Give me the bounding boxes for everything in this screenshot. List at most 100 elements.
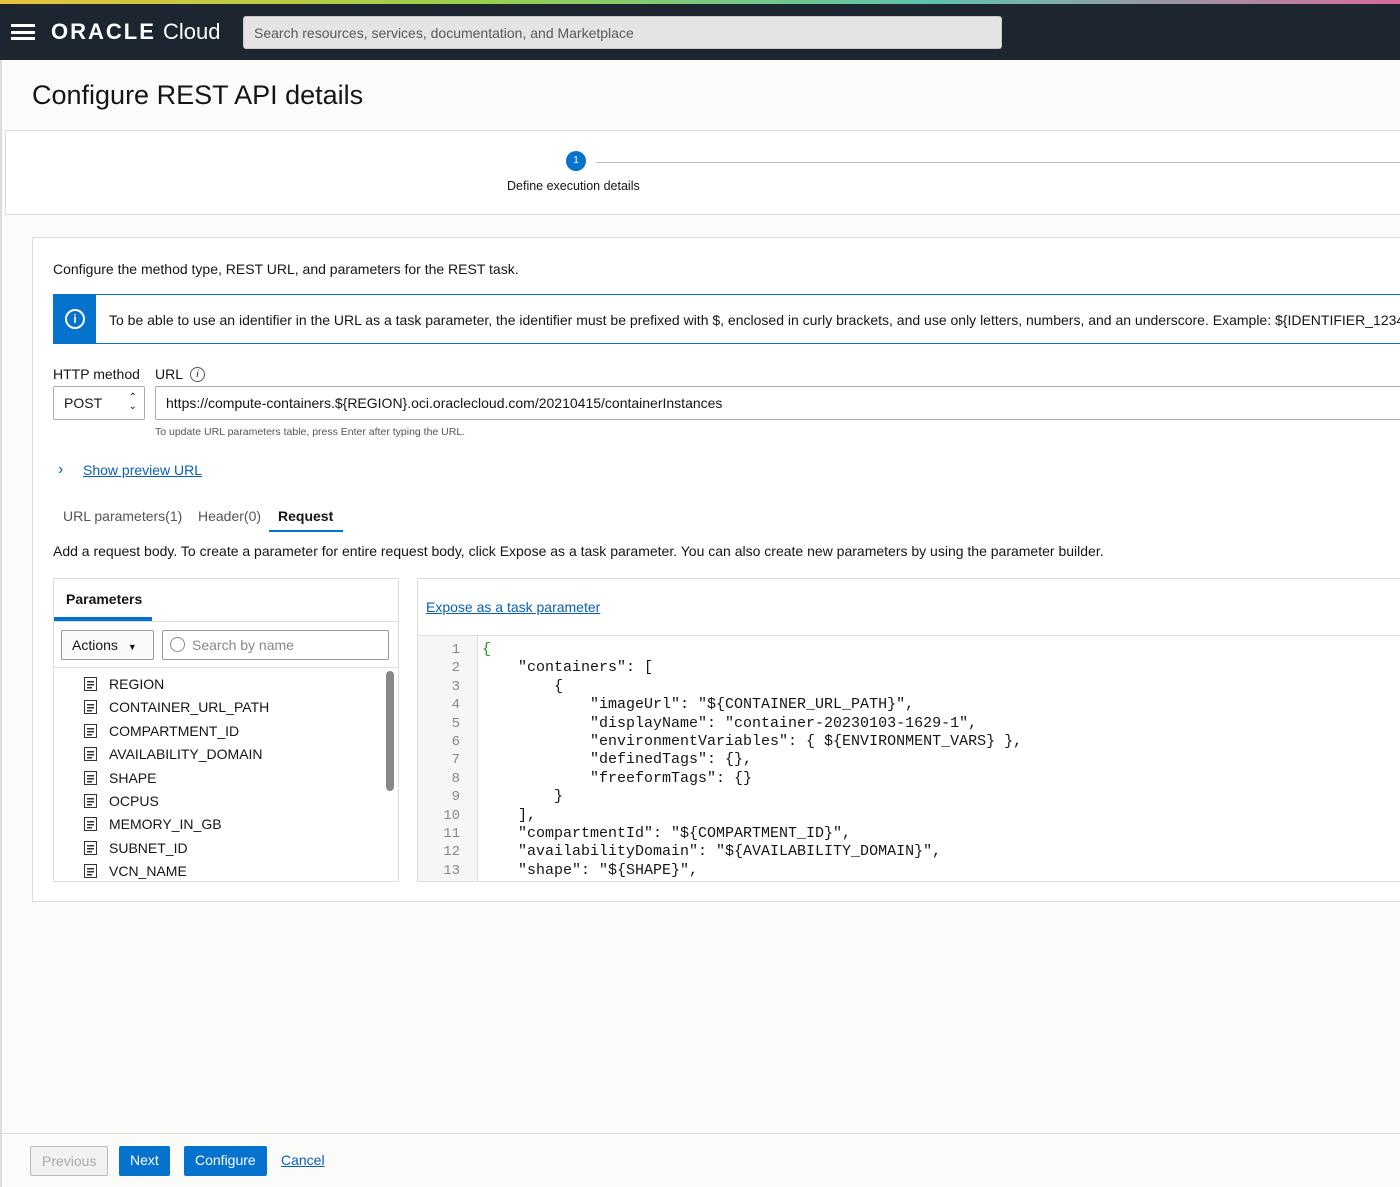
code-line: { — [482, 677, 564, 695]
parameter-item[interactable]: AVAILABILITY_DOMAIN — [84, 746, 263, 766]
url-hint: To update URL parameters table, press En… — [155, 426, 466, 438]
request-description: Add a request body. To create a paramete… — [53, 543, 1104, 559]
next-button[interactable]: Next — [119, 1146, 170, 1176]
page: Configure REST API details 1 Define exec… — [0, 60, 1400, 1187]
line-number: 8 — [451, 770, 460, 787]
parameter-item[interactable]: COMPARTMENT_ID — [84, 723, 239, 743]
parameter-icon — [84, 677, 97, 691]
parameter-icon — [84, 864, 97, 879]
parameter-name: AVAILABILITY_DOMAIN — [109, 746, 263, 763]
actions-label: Actions — [72, 637, 118, 653]
parameter-icon — [84, 723, 97, 738]
parameter-name: SHAPE — [109, 769, 157, 786]
oracle-cloud-logo[interactable]: ORACLE Cloud — [51, 19, 221, 45]
brand-stripe — [0, 0, 1400, 4]
step-number[interactable]: 1 — [566, 151, 586, 171]
rest-config-card: Configure the method type, REST URL, and… — [32, 237, 1400, 902]
menu-icon[interactable] — [11, 24, 35, 40]
parameter-item[interactable]: MEMORY_IN_GB — [84, 816, 222, 836]
caret-down-icon: ▼ — [127, 642, 137, 652]
line-number: 1 — [451, 642, 460, 658]
parameter-search-input[interactable]: Search by name — [162, 630, 389, 660]
code-area[interactable]: 1 {2 "containers": [ 3 {4 "imageUrl": "${C… — [418, 635, 1400, 881]
url-label: URL — [155, 366, 184, 382]
parameter-name: SUBNET_ID — [109, 839, 188, 856]
line-number: 3 — [451, 678, 460, 695]
cancel-link[interactable]: Cancel — [270, 1146, 336, 1176]
parameters-panel: Parameters Actions ▼ Search by name REGI… — [53, 578, 399, 882]
search-icon — [170, 637, 185, 652]
global-search-input[interactable]: Search resources, services, documentatio… — [243, 16, 1002, 49]
line-number: 5 — [451, 715, 460, 732]
code-line: { — [482, 641, 492, 658]
code-line: "displayName": "container-20230103-1629-… — [482, 714, 978, 732]
parameter-icon — [84, 840, 97, 855]
line-number: 4 — [451, 697, 460, 714]
http-method-value: POST — [64, 395, 103, 411]
line-number: 10 — [443, 807, 460, 824]
parameter-name: REGION — [109, 676, 165, 692]
configure-button[interactable]: Configure — [184, 1146, 267, 1176]
parameter-name: VCN_NAME — [109, 863, 187, 880]
top-bar: ORACLE Cloud Search resources, services,… — [0, 0, 1400, 60]
code-line: "containers": [ — [482, 659, 654, 677]
code-line: ], — [482, 806, 537, 824]
parameter-icon — [84, 770, 97, 785]
page-title: Configure REST API details — [32, 80, 364, 110]
line-number: 6 — [451, 734, 460, 750]
brand-bold: ORACLE — [51, 19, 156, 44]
parameter-item[interactable]: SUBNET_ID — [84, 840, 188, 860]
code-line: } — [482, 788, 564, 806]
parameters-scrollbar[interactable] — [386, 671, 394, 791]
parameter-icon — [84, 700, 97, 715]
info-banner: i To be able to use an identifier in the… — [53, 294, 1400, 344]
info-icon: i — [54, 295, 96, 343]
tab-header[interactable]: Header(0) — [198, 508, 261, 524]
parameter-icon — [84, 817, 97, 832]
code-line: "freeformTags": {} — [482, 769, 753, 787]
intro-text: Configure the method type, REST URL, and… — [53, 261, 519, 277]
line-number: 7 — [451, 752, 460, 769]
http-method-select[interactable]: POST ⌃ ⌄ — [53, 386, 145, 420]
url-input[interactable]: https://compute-containers.${REGION}.oci… — [155, 386, 1400, 420]
tab-request[interactable]: Request — [269, 508, 343, 532]
request-body-editor: Expose as a task parameter 1 {2 "containe… — [417, 578, 1400, 882]
parameter-name: MEMORY_IN_GB — [109, 816, 222, 833]
parameter-name: OCPUS — [109, 793, 159, 809]
code-line: "imageUrl": "${CONTAINER_URL_PATH}", — [482, 696, 915, 714]
code-line: "availabilityDomain": "${AVAILABILITY_DO… — [482, 843, 942, 861]
code-line: "shape": "${SHAPE}", — [482, 861, 699, 879]
line-number: 13 — [443, 862, 460, 879]
line-number: 12 — [443, 844, 460, 861]
parameter-item[interactable]: REGION — [84, 676, 164, 696]
footer-bar: Previous Next Configure Cancel — [2, 1133, 1400, 1187]
parameter-icon — [84, 747, 97, 762]
code-line: "compartmentId": "${COMPARTMENT_ID}", — [482, 825, 852, 842]
parameter-name: CONTAINER_URL_PATH — [109, 699, 270, 716]
tab-url-parameters[interactable]: URL parameters(1) — [63, 508, 182, 524]
parameter-item[interactable]: VCN_NAME — [84, 863, 187, 883]
search-placeholder: Search by name — [192, 637, 294, 653]
chevron-right-icon[interactable]: › — [58, 461, 63, 479]
brand-light: Cloud — [163, 19, 221, 44]
info-text: To be able to use an identifier in the U… — [109, 312, 1400, 328]
divider — [54, 621, 398, 622]
parameters-title: Parameters — [66, 591, 143, 607]
parameter-name: COMPARTMENT_ID — [109, 722, 240, 739]
previous-button[interactable]: Previous — [30, 1146, 109, 1176]
show-preview-url-link[interactable]: Show preview URL — [83, 462, 202, 478]
line-number: 2 — [451, 660, 460, 677]
parameter-item[interactable]: OCPUS — [84, 793, 159, 813]
divider — [54, 667, 398, 668]
code-line: "environmentVariables": { ${ENVIRONMENT_… — [482, 733, 1023, 750]
url-help-icon[interactable]: i — [190, 367, 205, 382]
code-line: "definedTags": {}, — [482, 751, 753, 769]
expose-task-parameter-link[interactable]: Expose as a task parameter — [426, 599, 600, 615]
wizard-steps: 1 Define execution details — [5, 130, 1400, 215]
line-number: 11 — [443, 826, 460, 842]
step-line — [596, 162, 1400, 163]
line-number: 9 — [451, 789, 460, 806]
parameter-item[interactable]: CONTAINER_URL_PATH — [84, 699, 269, 719]
actions-button[interactable]: Actions ▼ — [61, 630, 154, 660]
parameter-item[interactable]: SHAPE — [84, 770, 156, 790]
